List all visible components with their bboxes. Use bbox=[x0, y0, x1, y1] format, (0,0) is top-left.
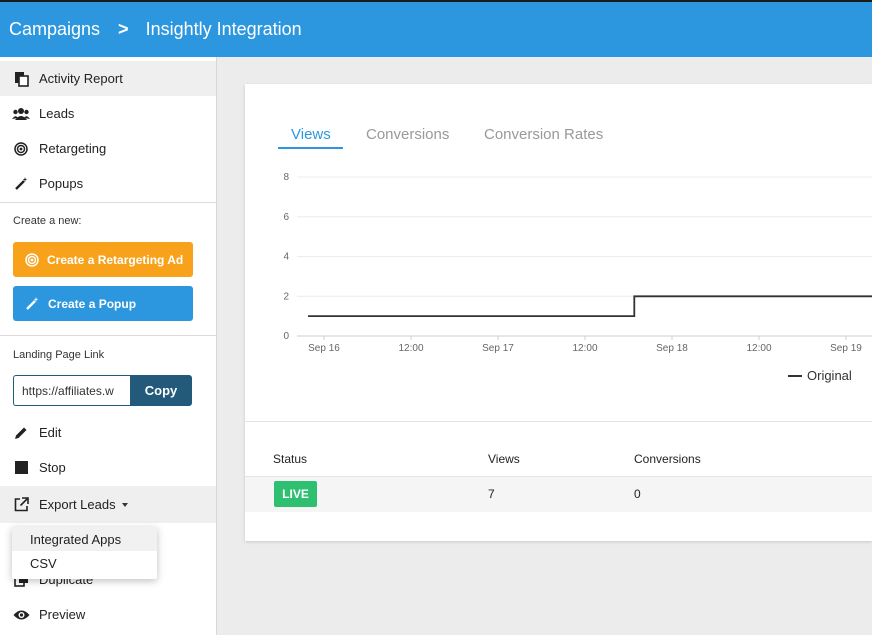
edit-label: Edit bbox=[39, 425, 62, 440]
sidebar-item-label: Activity Report bbox=[39, 71, 123, 86]
active-tab-indicator bbox=[278, 147, 343, 149]
pencil-icon bbox=[12, 424, 30, 442]
sidebar-item-label: Popups bbox=[39, 176, 84, 191]
sidebar-item-label: Leads bbox=[39, 106, 75, 121]
chart-legend: Original bbox=[788, 368, 852, 383]
create-retargeting-ad-button[interactable]: Create a Retargeting Ad bbox=[13, 242, 193, 277]
y-tick-label: 6 bbox=[283, 212, 289, 223]
column-header-views: Views bbox=[488, 452, 520, 466]
y-tick-label: 2 bbox=[283, 291, 289, 302]
magic-wand-icon bbox=[12, 175, 30, 193]
dropdown-item-csv[interactable]: CSV bbox=[12, 551, 157, 575]
table-row bbox=[245, 476, 872, 512]
export-leads-label: Export Leads bbox=[39, 497, 116, 512]
legend-swatch bbox=[788, 374, 802, 377]
sidebar-item-activity-report[interactable]: Activity Report bbox=[0, 61, 216, 96]
views-cell: 7 bbox=[488, 487, 495, 501]
caret-down-icon bbox=[121, 502, 128, 507]
x-tick-label: 12:00 bbox=[572, 343, 597, 354]
external-link-icon bbox=[12, 496, 30, 514]
x-tick-label: Sep 17 bbox=[482, 343, 514, 354]
legend-label: Original bbox=[807, 368, 852, 383]
create-new-label: Create a new: bbox=[13, 215, 82, 227]
report-icon bbox=[12, 70, 30, 88]
export-leads-action[interactable]: Export Leads bbox=[0, 486, 216, 523]
conversions-cell: 0 bbox=[634, 487, 641, 501]
magic-wand-icon bbox=[25, 296, 40, 311]
y-tick-label: 0 bbox=[283, 331, 289, 342]
x-tick-label: Sep 19 bbox=[830, 343, 862, 354]
preview-action[interactable]: Preview bbox=[0, 597, 216, 632]
users-icon bbox=[12, 105, 30, 123]
copy-button[interactable]: Copy bbox=[130, 375, 192, 406]
landing-page-link-label: Landing Page Link bbox=[13, 349, 105, 361]
stop-action[interactable]: Stop bbox=[0, 450, 216, 485]
edit-action[interactable]: Edit bbox=[0, 415, 216, 450]
tab-conversion-rates[interactable]: Conversion Rates bbox=[484, 126, 603, 143]
eye-icon bbox=[12, 606, 30, 624]
divider bbox=[0, 335, 216, 336]
landing-page-link-group: Copy bbox=[13, 375, 192, 406]
divider bbox=[0, 202, 216, 203]
stop-icon bbox=[12, 459, 30, 477]
breadcrumb-separator: > bbox=[118, 19, 129, 39]
export-leads-dropdown: Integrated Apps CSV bbox=[12, 527, 157, 579]
breadcrumb-current: Insightly Integration bbox=[145, 19, 302, 39]
dropdown-item-integrated-apps[interactable]: Integrated Apps bbox=[12, 527, 157, 551]
button-label: Create a Popup bbox=[48, 296, 137, 311]
sidebar-item-label: Retargeting bbox=[39, 141, 107, 156]
sidebar-item-retargeting[interactable]: Retargeting bbox=[0, 131, 216, 166]
landing-page-link-input[interactable] bbox=[13, 375, 130, 406]
stop-label: Stop bbox=[39, 460, 66, 475]
views-chart: 0 2 4 6 8 Sep 16 12:00 Sep 17 12:00 Sep 18 12:00 Se… bbox=[245, 164, 872, 394]
y-tick-label: 4 bbox=[283, 252, 289, 263]
x-tick-label: Sep 18 bbox=[656, 343, 688, 354]
divider bbox=[245, 421, 872, 422]
series-line-original bbox=[308, 295, 872, 317]
breadcrumb-campaigns[interactable]: Campaigns bbox=[9, 19, 100, 40]
column-header-conversions: Conversions bbox=[634, 452, 701, 466]
sidebar-item-popups[interactable]: Popups bbox=[0, 166, 216, 201]
y-tick-label: 8 bbox=[283, 172, 289, 183]
chart-svg: 0 2 4 6 8 Sep 16 12:00 Sep 17 12:00 Sep 18 12:00 Se… bbox=[283, 172, 872, 354]
sidebar-item-leads[interactable]: Leads bbox=[0, 96, 216, 131]
x-tick-label: 12:00 bbox=[398, 343, 423, 354]
create-popup-button[interactable]: Create a Popup bbox=[13, 286, 193, 321]
tab-conversions[interactable]: Conversions bbox=[366, 126, 449, 143]
x-tick-label: Sep 16 bbox=[308, 343, 340, 354]
target-icon bbox=[12, 140, 30, 158]
target-icon bbox=[25, 252, 39, 267]
tab-views[interactable]: Views bbox=[291, 126, 331, 143]
stats-card: Views Conversions Conversion Rates 0 2 4 6 8… bbox=[245, 84, 872, 541]
preview-label: Preview bbox=[39, 607, 86, 622]
column-header-status: Status bbox=[273, 452, 308, 466]
top-bar: Campaigns > Insightly Integration bbox=[0, 0, 872, 57]
status-badge: LIVE bbox=[274, 481, 317, 507]
x-tick-label: 12:00 bbox=[746, 343, 771, 354]
button-label: Create a Retargeting Ad bbox=[47, 252, 184, 267]
